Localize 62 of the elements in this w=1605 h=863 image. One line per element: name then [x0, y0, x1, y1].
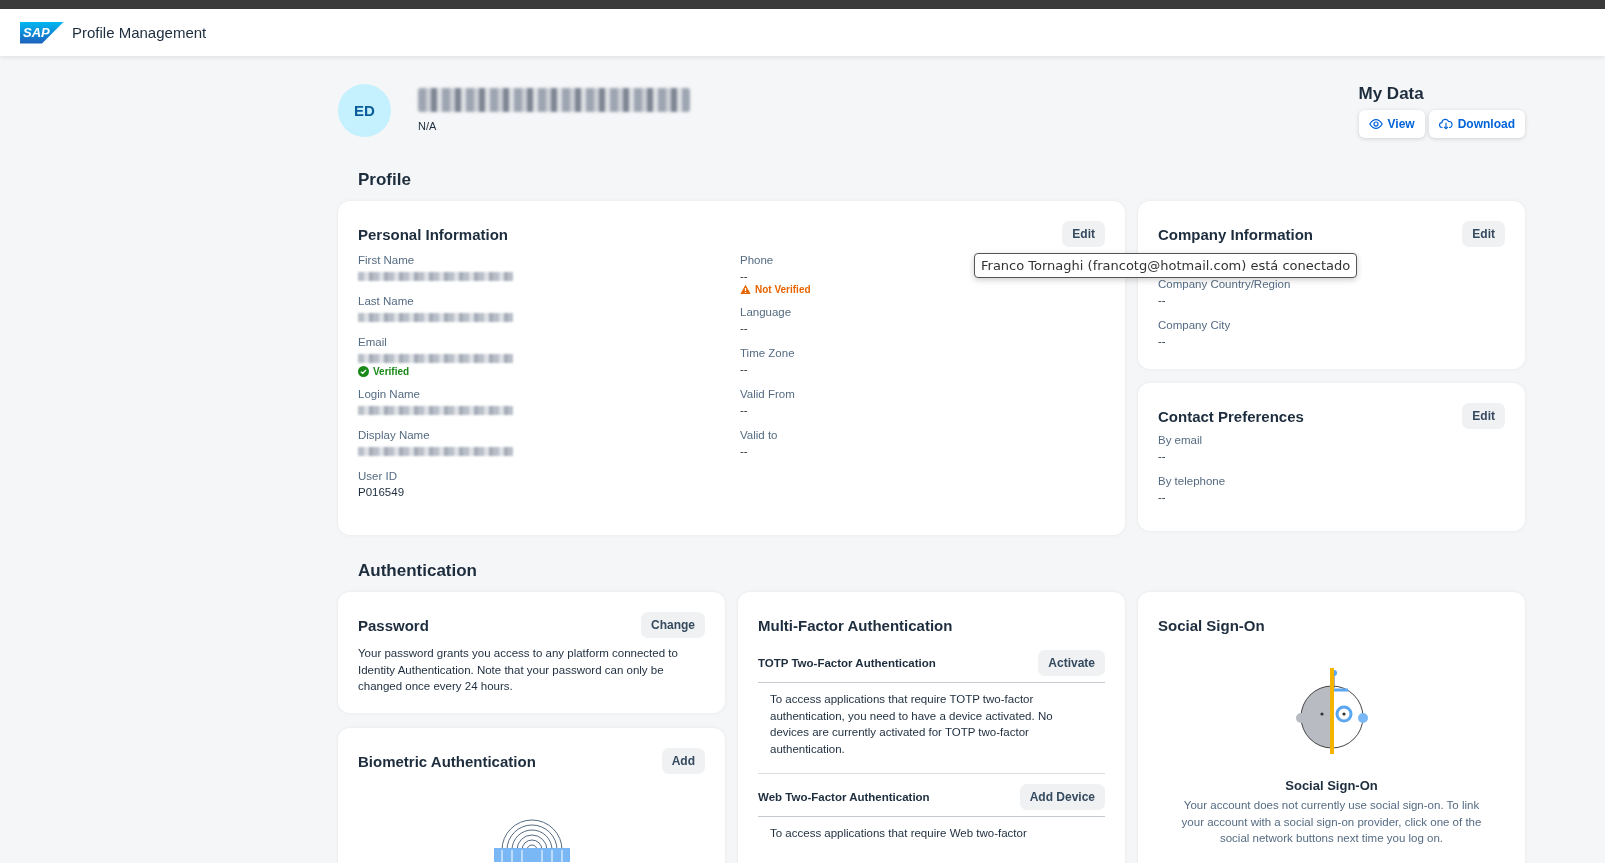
field-label: Valid From — [740, 387, 795, 402]
field-value: P016549 — [358, 485, 405, 500]
app-title: Profile Management — [72, 24, 207, 41]
view-button[interactable]: View — [1358, 110, 1425, 138]
card-title: Social Sign-On — [1158, 616, 1265, 634]
avatar: ED — [338, 84, 391, 137]
field-label: Phone — [740, 253, 774, 268]
card-title: Biometric Authentication — [358, 752, 536, 770]
field-value: -- — [1158, 449, 1166, 464]
field-value: -- — [740, 403, 748, 418]
section-heading: Authentication — [357, 560, 478, 582]
subsection-title: TOTP Two-Factor Authentication — [758, 657, 936, 669]
card-title: Company Information — [1158, 225, 1313, 243]
action-button[interactable]: Edit — [1462, 221, 1505, 247]
field-value: -- — [740, 269, 748, 284]
status-text: Verified — [373, 366, 410, 377]
description-text: Your account does not currently use social sign-on. To link your account with a social sign-on provider, click one of the social network buttons next time you log on. — [1180, 798, 1483, 846]
card-title: Contact Preferences — [1158, 407, 1304, 425]
user-subtitle: N/A — [418, 120, 438, 132]
field-value: -- — [1158, 293, 1166, 308]
field-label: Valid to — [740, 428, 778, 443]
description-text: Your password grants you access to any platform connected to Identity Authentication. Note that your password can only be changed once every 24 hours. — [358, 646, 679, 694]
field-label: User ID — [358, 469, 397, 484]
download-button[interactable]: Download — [1428, 110, 1525, 138]
field-label: Time Zone — [740, 346, 795, 361]
section-title: My Data — [1358, 84, 1424, 104]
field-label: By telephone — [1158, 474, 1226, 489]
field-value: -- — [740, 362, 748, 377]
card-title: Password — [358, 616, 429, 634]
status-text: Not Verified — [755, 284, 811, 295]
field-label: Language — [740, 305, 792, 320]
eye-icon — [1368, 117, 1383, 131]
action-button[interactable]: Change — [641, 612, 705, 638]
field-label: Company City — [1158, 318, 1231, 333]
section-heading: Profile — [357, 169, 412, 191]
field-label: Login Name — [358, 387, 420, 402]
action-button[interactable]: Edit — [1462, 403, 1505, 429]
field-label: Email — [358, 335, 387, 350]
action-button[interactable]: Add — [661, 748, 705, 774]
field-value: -- — [740, 321, 748, 336]
field-label: Last Name — [358, 294, 414, 309]
logo: SAP — [20, 21, 64, 44]
card-title: Personal Information — [358, 225, 509, 243]
field-value: -- — [740, 444, 748, 459]
empty-state-title: Social Sign-On — [1284, 778, 1379, 793]
field-label: First Name — [358, 253, 415, 268]
cloud-download-icon — [1438, 117, 1453, 131]
field-label: Company Country/Region — [1158, 277, 1291, 292]
action-button[interactable]: Edit — [1062, 221, 1105, 247]
field-value: -- — [1158, 334, 1166, 349]
action-button[interactable]: Add Device — [1019, 784, 1105, 810]
field-label: Display Name — [358, 428, 430, 443]
subsection-title: Web Two-Factor Authentication — [758, 791, 930, 803]
description-text: To access applications that require Web two-factor — [769, 826, 1028, 841]
action-button[interactable]: Activate — [1038, 650, 1105, 676]
description-text: To access applications that require TOTP two-factor authentication, you need to have a device activated. No devices are currently activated for TOTP two-factor authentication. — [758, 683, 1105, 774]
check-circle-icon — [358, 366, 369, 377]
field-value: -- — [1158, 490, 1166, 505]
field-label: By email — [1158, 433, 1203, 448]
warning-icon — [740, 284, 751, 295]
tooltip: Franco Tornaghi (francotg@hotmail.com) está conectado — [974, 253, 1358, 278]
card-title: Multi-Factor Authentication — [758, 616, 953, 634]
